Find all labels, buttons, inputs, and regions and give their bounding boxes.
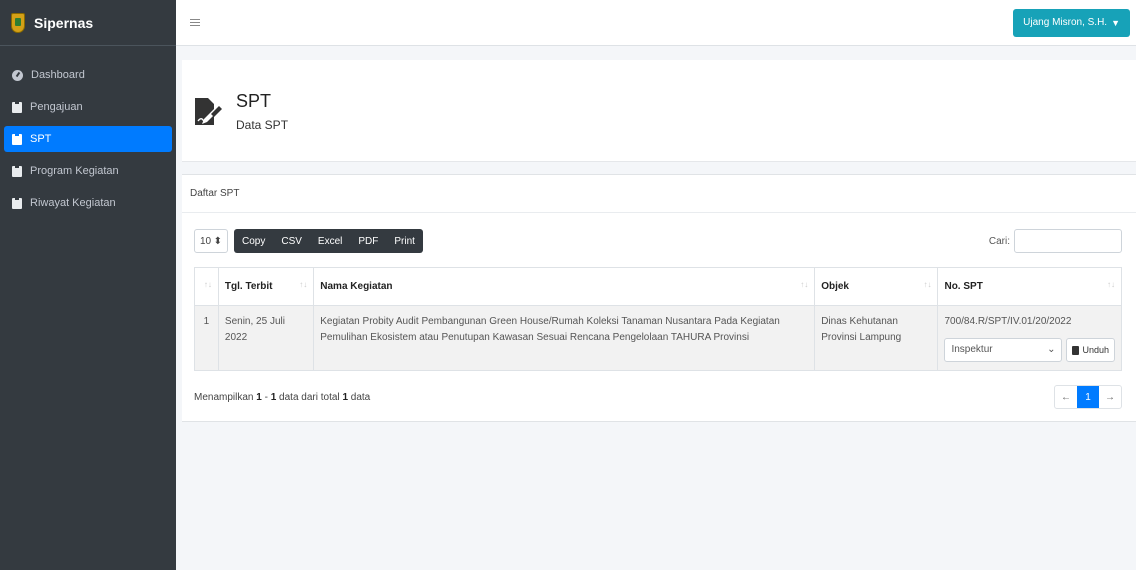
download-label: Unduh <box>1082 345 1109 355</box>
sort-icon: ↑↓ <box>1107 280 1115 289</box>
print-button[interactable]: Print <box>386 229 423 253</box>
sort-icon: ↑↓ <box>800 280 809 289</box>
brand-logo-icon <box>10 12 26 34</box>
sidebar-item-program-kegiatan[interactable]: Program Kegiatan <box>4 158 172 184</box>
cell-date: Senin, 25 Juli 2022 <box>217 305 315 371</box>
table-header-row: ↑↓ Tgl. Terbit ↑↓ Nama Kegiatan ↑↓ Objek ↑↓… <box>194 267 1122 306</box>
sidebar-item-spt[interactable]: SPT <box>4 126 172 152</box>
cell-object: Dinas Kehutanan Provinsi Lampung <box>814 305 939 371</box>
updown-icon: ⬍ <box>213 235 222 247</box>
brand-name: Sipernas <box>34 14 94 31</box>
cell-number: 1 <box>194 305 219 371</box>
excel-button[interactable]: Excel <box>310 229 350 253</box>
column-header-name[interactable]: Nama Kegiatan ↑↓ <box>313 267 816 306</box>
search: Cari: <box>989 229 1122 253</box>
sidebar: Sipernas Dashboard Pengajuan SPT Program… <box>0 0 176 570</box>
clipboard-icon <box>12 101 22 113</box>
clipboard-icon <box>12 133 22 145</box>
row-actions: Inspektur ⌄ Unduh <box>944 338 1115 362</box>
dashboard-icon <box>12 69 23 81</box>
app: Sipernas Dashboard Pengajuan SPT Program… <box>0 0 1136 570</box>
page-subtitle: Data SPT <box>236 117 289 132</box>
card-title: Daftar SPT <box>182 175 1136 213</box>
sidebar-item-label: Pengajuan <box>30 101 83 113</box>
column-header-spt[interactable]: No. SPT ↑↓ <box>937 267 1122 306</box>
table-row: 1 Senin, 25 Juli 2022 Kegiatan Probity A… <box>194 305 1122 371</box>
sort-icon: ↑↓ <box>299 280 308 289</box>
sidebar-nav: Dashboard Pengajuan SPT Program Kegiatan… <box>0 46 176 216</box>
toolbar-left: 10 ⬍ Copy CSV Excel PDF Print <box>194 229 423 253</box>
column-header-object[interactable]: Objek ↑↓ <box>814 267 939 306</box>
pdf-button[interactable]: PDF <box>350 229 386 253</box>
topbar: Ujang Misron, S.H. ▼ <box>176 0 1136 46</box>
sidebar-item-label: SPT <box>30 133 52 145</box>
search-input[interactable] <box>1014 229 1122 253</box>
cell-name: Kegiatan Probity Audit Pembangunan Green… <box>313 305 816 371</box>
chevron-down-icon: ▼ <box>1111 17 1120 28</box>
sidebar-item-label: Program Kegiatan <box>30 165 119 177</box>
sort-icon: ↑↓ <box>923 280 932 289</box>
copy-button[interactable]: Copy <box>234 229 273 253</box>
pagination: ← 1 → <box>1054 385 1122 409</box>
spt-number: 700/84.R/SPT/IV.01/20/2022 <box>944 316 1072 327</box>
brand[interactable]: Sipernas <box>0 0 176 46</box>
prev-page-button[interactable]: ← <box>1055 386 1077 408</box>
page-length-value: 10 <box>200 235 212 247</box>
file-icon <box>1072 345 1080 355</box>
spt-card: Daftar SPT 10 ⬍ Copy CSV Excel PDF Print… <box>182 174 1136 422</box>
sidebar-item-label: Dashboard <box>31 69 85 81</box>
export-buttons: Copy CSV Excel PDF Print <box>234 229 423 253</box>
user-menu-button[interactable]: Ujang Misron, S.H. ▼ <box>1013 8 1130 37</box>
menu-toggle-icon[interactable] <box>190 19 200 26</box>
main: Ujang Misron, S.H. ▼ SPT Data SPT Daftar… <box>176 0 1136 570</box>
column-header-number[interactable]: ↑↓ <box>194 267 219 306</box>
sidebar-item-pengajuan[interactable]: Pengajuan <box>4 94 172 120</box>
table-toolbar: 10 ⬍ Copy CSV Excel PDF Print Cari: <box>194 229 1122 253</box>
page-header: SPT Data SPT <box>182 60 1136 162</box>
sort-icon: ↑↓ <box>203 280 212 289</box>
role-value: Inspektur <box>951 344 993 355</box>
sidebar-item-label: Riwayat Kegiatan <box>30 197 116 209</box>
signature-icon <box>195 97 222 125</box>
chevron-down-icon: ⌄ <box>1047 344 1056 355</box>
role-select[interactable]: Inspektur ⌄ <box>944 338 1063 362</box>
csv-button[interactable]: CSV <box>273 229 310 253</box>
clipboard-icon <box>12 197 22 209</box>
sidebar-item-riwayat-kegiatan[interactable]: Riwayat Kegiatan <box>4 190 172 216</box>
page-1-button[interactable]: 1 <box>1077 386 1099 408</box>
sidebar-item-dashboard[interactable]: Dashboard <box>4 62 172 88</box>
search-label: Cari: <box>988 235 1010 247</box>
spt-table: ↑↓ Tgl. Terbit ↑↓ Nama Kegiatan ↑↓ Objek ↑↓… <box>194 267 1122 371</box>
table-footer: Menampilkan 1 - 1 data dari total 1 data… <box>194 383 1122 411</box>
column-header-date[interactable]: Tgl. Terbit ↑↓ <box>217 267 315 306</box>
table-info: Menampilkan 1 - 1 data dari total 1 data <box>194 391 371 403</box>
next-page-button[interactable]: → <box>1099 386 1121 408</box>
page-title: SPT <box>236 90 272 111</box>
cell-spt: 700/84.R/SPT/IV.01/20/2022 Inspektur ⌄ U… <box>937 305 1122 371</box>
card-body: 10 ⬍ Copy CSV Excel PDF Print Cari: ↑↓ T… <box>182 213 1136 421</box>
clipboard-icon <box>12 165 22 177</box>
user-name: Ujang Misron, S.H. <box>1023 17 1108 28</box>
page-length-select[interactable]: 10 ⬍ <box>194 229 228 253</box>
download-button[interactable]: Unduh <box>1066 338 1115 362</box>
